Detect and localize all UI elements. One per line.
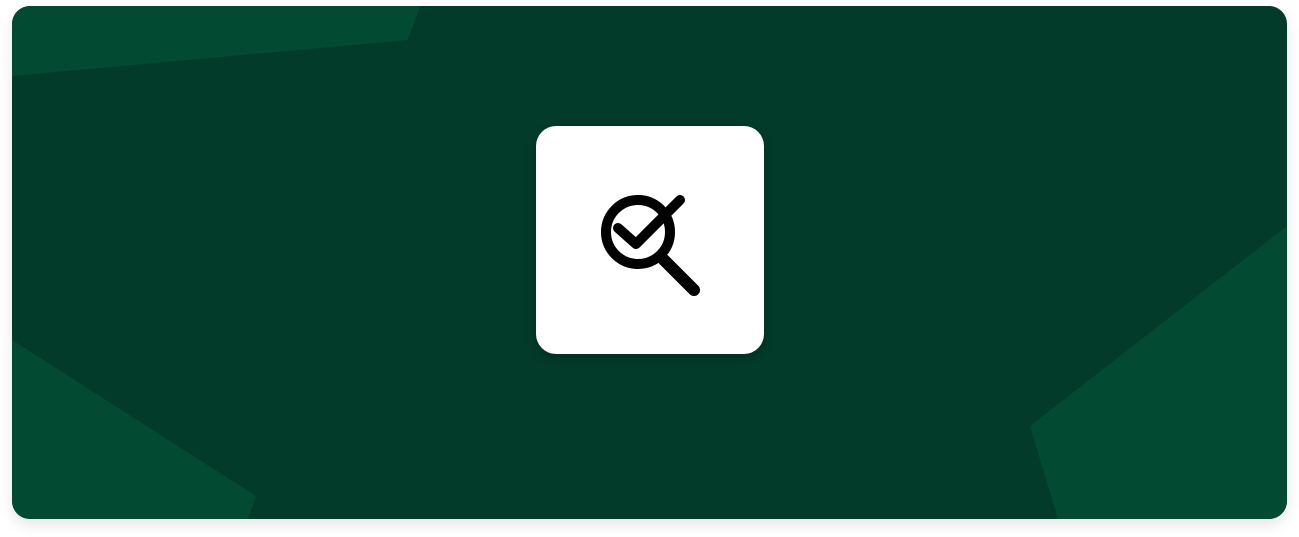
bottom-right-shape (1030, 226, 1287, 519)
icon-tile (536, 126, 764, 354)
top-left-shape (12, 6, 420, 76)
search-check-icon (601, 195, 700, 296)
hero-banner (12, 6, 1287, 519)
bottom-left-shape (12, 340, 256, 519)
